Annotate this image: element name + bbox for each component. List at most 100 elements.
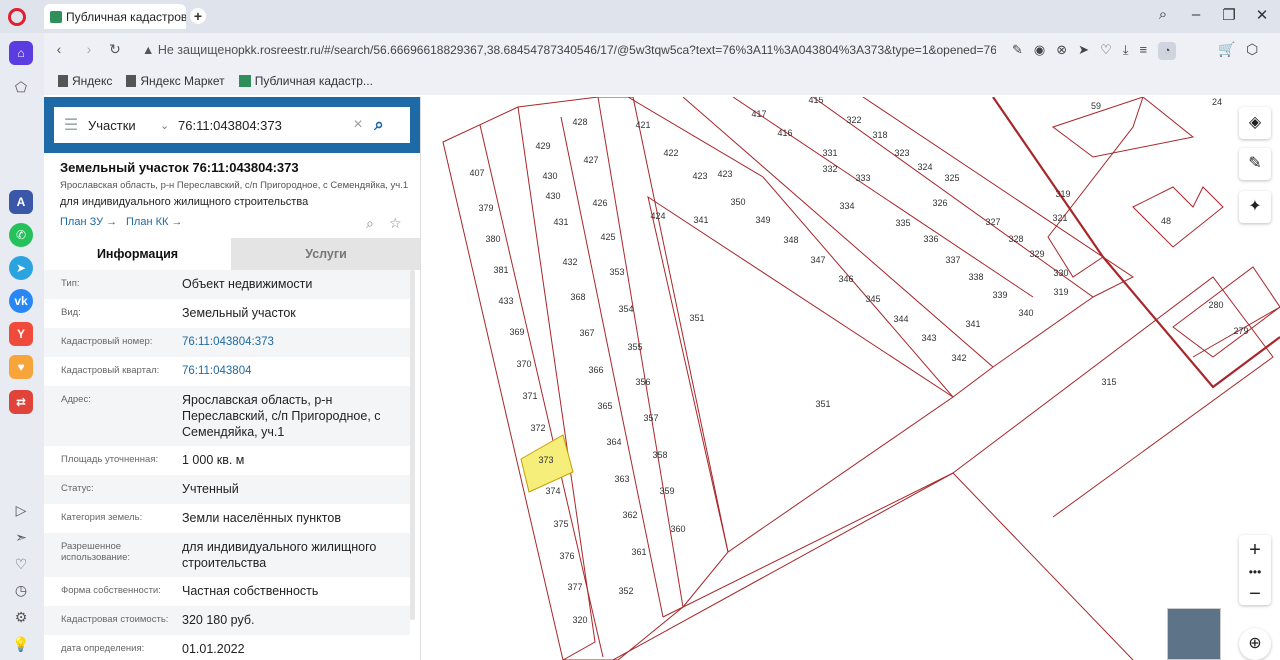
minimap[interactable] — [1167, 608, 1221, 660]
camera-icon[interactable]: ◉ — [1034, 42, 1045, 60]
lightbulb-icon[interactable]: 💡 — [11, 634, 31, 654]
parcel-number-label: 347 — [810, 255, 825, 265]
search-type-select[interactable]: Участки — [88, 118, 160, 133]
reload-icon[interactable]: ↻ — [106, 41, 124, 58]
plan-kk-link[interactable]: План КК → — [126, 216, 182, 228]
parcel-number-label: 359 — [659, 486, 674, 496]
bookmark-pkk[interactable]: Публичная кадастр... — [238, 74, 373, 88]
parcel-number-label: 330 — [1053, 268, 1068, 278]
send-icon[interactable]: ➤ — [1078, 42, 1089, 60]
security-indicator[interactable]: ▲ Не защищено — [142, 43, 238, 57]
cadastral-quarter-link[interactable]: 76:11:043804 — [182, 363, 402, 379]
download-icon[interactable]: ⤓ — [1123, 42, 1129, 60]
vk-icon[interactable]: vk — [9, 289, 33, 313]
search-input[interactable] — [178, 117, 348, 133]
heart-icon[interactable]: ♡ — [11, 554, 31, 574]
parcel-number-label: 341 — [965, 319, 980, 329]
tab-services[interactable]: Услуги — [231, 238, 420, 270]
parcel-number-label: 377 — [567, 582, 582, 592]
find-on-map-icon[interactable]: ⌕ — [366, 215, 374, 232]
parcel-number-label: 433 — [498, 296, 513, 306]
panel-scrollbar[interactable] — [410, 270, 415, 620]
workspace-icon[interactable]: ⌂ — [9, 41, 33, 65]
parcel-number-label: 345 — [865, 294, 880, 304]
parcel-number-label: 322 — [846, 115, 861, 125]
bookmark-yandex[interactable]: Яндекс — [58, 74, 112, 88]
parcel-number-label: 348 — [783, 235, 798, 245]
parcel-number-label: 280 — [1208, 300, 1223, 310]
parcel-number-label: 336 — [923, 234, 938, 244]
parcel-map-layer[interactable]: 428 429 427 430 407 430 426 379 431 425 380 432 353 3… — [433, 97, 1280, 660]
whatsapp-icon[interactable]: ✆ — [9, 223, 33, 247]
parcel-number-label: 423 — [717, 169, 732, 179]
collapse-panel-icon[interactable]: ‹ — [420, 111, 421, 139]
cadastral-number-link[interactable]: 76:11:043804:373 — [182, 334, 402, 350]
parcel-number-label: 364 — [606, 437, 621, 447]
tab-title: Публичная кадастровая — [66, 9, 186, 24]
parcel-number-label: 361 — [631, 547, 646, 557]
easy-setup-icon[interactable]: ≡ — [1139, 42, 1147, 60]
zoom-in-button[interactable]: + — [1239, 539, 1271, 561]
zoom-more-icon[interactable]: ••• — [1239, 561, 1271, 583]
adblock-icon[interactable]: ⊗ — [1056, 42, 1067, 60]
translate-icon[interactable]: ⇄ — [9, 390, 33, 414]
yandex-browser-icon[interactable]: Y — [9, 322, 33, 346]
player-icon[interactable]: ▷ — [11, 500, 31, 520]
parcel-address: Ярославская область, р-н Переславский, с… — [60, 180, 409, 191]
layers-icon[interactable]: ◈ — [1239, 107, 1271, 139]
table-row: Площадь уточненная: 1 000 кв. м — [44, 446, 410, 475]
parcel-number-label: 327 — [985, 217, 1000, 227]
cart-icon[interactable]: 🛒 — [1218, 41, 1235, 58]
telegram-icon[interactable]: ➤ — [9, 256, 33, 280]
new-tab-button[interactable]: + — [190, 8, 206, 24]
cube-icon[interactable]: ⬡ — [1246, 41, 1258, 58]
table-row: Тип: Объект недвижимости — [44, 270, 410, 299]
parcel-number-label: 349 — [755, 215, 770, 225]
parcel-number-label: 337 — [945, 255, 960, 265]
edit-icon[interactable]: ✎ — [1012, 42, 1023, 60]
locate-icon[interactable]: ✦ — [1239, 191, 1271, 223]
plan-zu-link[interactable]: План ЗУ → — [60, 216, 117, 228]
row-label: Кадастровый номер: — [61, 336, 153, 347]
aria-icon[interactable]: A — [9, 190, 33, 214]
url-field[interactable]: pkk.rosreestr.ru/#/search/56.66696618829… — [238, 43, 996, 57]
star-icon[interactable]: ☆ — [389, 215, 402, 232]
parcel-number-label: 369 — [509, 327, 524, 337]
plan-kk-label: План КК — [126, 216, 169, 228]
cadastral-map[interactable]: 428 429 427 430 407 430 426 379 431 425 380 432 353 3… — [433, 97, 1280, 660]
heart-icon[interactable]: ♡ — [1100, 42, 1112, 60]
notes-icon[interactable]: ♥ — [9, 355, 33, 379]
browser-tab[interactable]: Публичная кадастровая — [44, 4, 186, 29]
menu-icon[interactable]: ☰ — [54, 115, 88, 135]
history-icon[interactable]: ◷ — [11, 580, 31, 600]
plan-zu-label: План ЗУ — [60, 216, 104, 228]
back-icon[interactable]: ‹ — [50, 41, 68, 57]
pinboard-icon[interactable]: ⬠ — [11, 77, 31, 97]
clear-icon[interactable]: × — [348, 116, 368, 134]
bookmark-yandex-market[interactable]: Яндекс Маркет — [126, 74, 225, 88]
parcel-number-label: 360 — [670, 524, 685, 534]
send-icon[interactable]: ➣ — [11, 527, 31, 547]
minimize-icon[interactable]: – — [1186, 6, 1206, 23]
row-label: Площадь уточненная: — [61, 454, 159, 465]
forward-icon[interactable]: › — [80, 41, 98, 57]
zoom-out-button[interactable]: − — [1239, 583, 1271, 605]
profile-icon[interactable]: ◔ — [1158, 42, 1177, 60]
parcel-number-label: 333 — [855, 173, 870, 183]
panel-tabs: Информация Услуги — [44, 238, 420, 270]
ruler-icon[interactable]: ✎ — [1239, 148, 1271, 180]
tab-info[interactable]: Информация — [44, 238, 231, 270]
close-window-icon[interactable]: ✕ — [1252, 6, 1272, 24]
chevron-down-icon[interactable]: ⌄ — [160, 119, 178, 132]
opera-logo-icon[interactable] — [8, 8, 26, 26]
parcel-number-label: 334 — [839, 201, 854, 211]
compass-icon[interactable]: ⊕ — [1239, 628, 1271, 660]
search-strip: ☰ Участки ⌄ × ⌕ ‹ — [44, 97, 421, 153]
restore-icon[interactable]: ❐ — [1219, 6, 1239, 24]
search-tabs-icon[interactable]: ⌕ — [1153, 6, 1173, 23]
table-row: Адрес: Ярославская область, р-н Переслав… — [44, 386, 410, 446]
table-row: Кадастровый квартал: 76:11:043804 — [44, 357, 410, 386]
search-icon[interactable]: ⌕ — [368, 115, 390, 135]
rosreestr-favicon-icon — [238, 75, 251, 87]
settings-icon[interactable]: ⚙ — [11, 607, 31, 627]
